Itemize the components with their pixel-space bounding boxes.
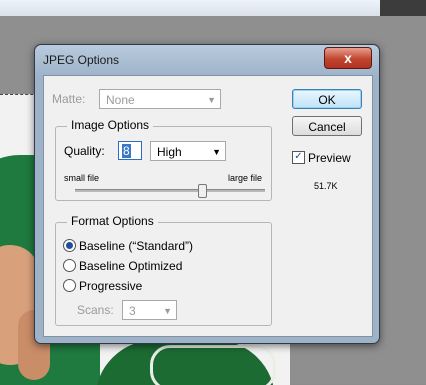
scans-value: 3 bbox=[129, 304, 136, 318]
chevron-down-icon: ▼ bbox=[212, 147, 221, 157]
app-top-bar bbox=[0, 0, 426, 16]
ok-button[interactable]: OK bbox=[292, 89, 362, 109]
quality-slider-track[interactable] bbox=[75, 189, 265, 192]
dialog-client-area: Matte: None ▼ Image Options Quality: 8 H… bbox=[43, 75, 373, 337]
file-size-value: 51.7K bbox=[314, 181, 338, 191]
radio-progressive[interactable] bbox=[63, 279, 76, 292]
option-baseline-optimized-label: Baseline Optimized bbox=[79, 259, 183, 273]
radio-baseline-standard[interactable] bbox=[63, 239, 76, 252]
quality-slider-thumb[interactable] bbox=[198, 184, 208, 198]
format-options-title: Format Options bbox=[67, 214, 158, 228]
chevron-down-icon: ▼ bbox=[163, 306, 172, 316]
quality-level-select[interactable]: High ▼ bbox=[150, 141, 226, 161]
option-progressive-label: Progressive bbox=[79, 279, 143, 293]
cancel-button[interactable]: Cancel bbox=[292, 116, 362, 136]
large-file-label: large file bbox=[228, 173, 263, 183]
app-title-strip bbox=[0, 0, 380, 16]
matte-value: None bbox=[106, 93, 135, 107]
jpeg-options-dialog: JPEG Options x Matte: None ▼ Image Optio… bbox=[34, 44, 380, 344]
dialog-titlebar[interactable]: JPEG Options x bbox=[35, 45, 379, 75]
quality-input[interactable]: 8 bbox=[118, 141, 142, 160]
photo-pattern-region bbox=[150, 345, 276, 385]
small-file-label: small file bbox=[64, 173, 100, 183]
preview-checkbox[interactable]: ✓ bbox=[292, 151, 305, 164]
scans-label: Scans: bbox=[77, 303, 114, 317]
matte-label: Matte: bbox=[52, 92, 86, 106]
chevron-down-icon: ▼ bbox=[207, 95, 216, 105]
scans-select[interactable]: 3 ▼ bbox=[122, 300, 177, 320]
radio-baseline-optimized[interactable] bbox=[63, 259, 76, 272]
dialog-title: JPEG Options bbox=[43, 53, 120, 67]
option-baseline-standard-label: Baseline (“Standard”) bbox=[79, 239, 194, 253]
quality-value: 8 bbox=[122, 144, 131, 158]
close-button[interactable]: x bbox=[324, 47, 372, 69]
quality-level-value: High bbox=[157, 145, 182, 159]
image-options-title: Image Options bbox=[67, 118, 154, 132]
quality-label: Quality: bbox=[64, 144, 105, 158]
matte-select[interactable]: None ▼ bbox=[99, 89, 221, 109]
preview-label: Preview bbox=[308, 151, 351, 165]
